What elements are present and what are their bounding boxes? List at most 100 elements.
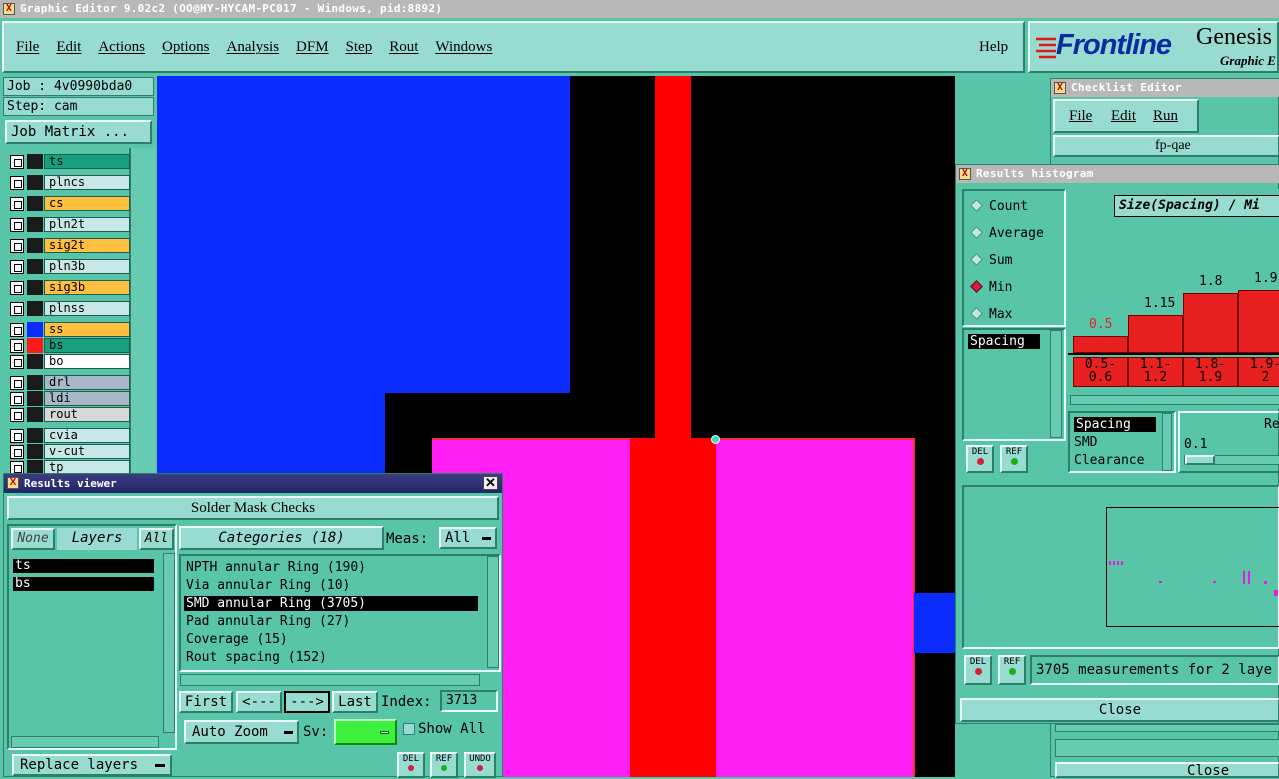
- menu-dfm[interactable]: DFM: [296, 39, 329, 56]
- res-slider[interactable]: [1184, 455, 1279, 465]
- layer-row-sig2t[interactable]: sig2t: [8, 238, 130, 253]
- layer-checkbox[interactable]: [10, 445, 24, 459]
- layer-row-pln2t[interactable]: pln2t: [8, 217, 130, 232]
- layer-row-ss[interactable]: ss: [8, 322, 130, 337]
- histogram-list-scrollbar[interactable]: [1050, 330, 1062, 438]
- category-item[interactable]: NPTH annular Ring (190): [184, 560, 478, 575]
- histogram-ref-button[interactable]: REF: [1000, 445, 1028, 473]
- layer-checkbox[interactable]: [10, 408, 24, 422]
- checklist-menu-run[interactable]: Run: [1153, 108, 1178, 125]
- menu-help[interactable]: Help: [979, 39, 1008, 56]
- option-max[interactable]: Max: [970, 307, 1012, 322]
- layer-color-swatch[interactable]: [27, 280, 43, 295]
- type-list[interactable]: Spacing SMD Clearance: [1068, 411, 1176, 473]
- layer-name[interactable]: pln3b: [44, 259, 130, 274]
- layer-row-ldi[interactable]: ldi: [8, 391, 130, 406]
- category-item[interactable]: Coverage (15): [184, 632, 478, 647]
- del-button[interactable]: DEL: [397, 752, 425, 778]
- layer-name[interactable]: ldi: [44, 391, 130, 406]
- result-layer-list[interactable]: ts bs: [11, 553, 159, 715]
- prev-button[interactable]: <---: [236, 691, 282, 713]
- layer-scrollbar[interactable]: [129, 148, 155, 478]
- checklist-menu-edit[interactable]: Edit: [1111, 108, 1136, 125]
- layer-color-swatch[interactable]: [27, 375, 43, 390]
- replace-layers-dropdown[interactable]: Replace layers: [12, 754, 172, 776]
- histogram-del-button-2[interactable]: DEL: [964, 655, 992, 685]
- layer-color-swatch[interactable]: [27, 301, 43, 316]
- job-matrix-button[interactable]: Job Matrix ...: [5, 120, 152, 144]
- results-viewer-titlebar[interactable]: X Results viewer ✕: [4, 474, 502, 493]
- index-input[interactable]: 3713: [440, 690, 498, 712]
- type-item[interactable]: Clearance: [1074, 453, 1144, 468]
- layer-name[interactable]: sig3b: [44, 280, 130, 295]
- option-count[interactable]: Count: [970, 199, 1028, 214]
- result-layer-item[interactable]: ts: [13, 559, 154, 573]
- categories-scrollbar[interactable]: [487, 556, 499, 668]
- layer-checkbox[interactable]: [10, 176, 24, 190]
- menu-analysis[interactable]: Analysis: [227, 39, 280, 56]
- layer-checkbox[interactable]: [10, 155, 24, 169]
- option-sum[interactable]: Sum: [970, 253, 1012, 268]
- layer-row-cvia[interactable]: cvia: [8, 428, 130, 443]
- layer-color-swatch[interactable]: [27, 196, 43, 211]
- res-slider-thumb[interactable]: [1185, 455, 1215, 465]
- layer-list-hscrollbar[interactable]: [11, 736, 159, 748]
- layer-checkbox[interactable]: [10, 218, 24, 232]
- histogram-item-list[interactable]: Spacing: [962, 328, 1066, 441]
- option-average[interactable]: Average: [970, 226, 1044, 241]
- layer-row-rout[interactable]: rout: [8, 407, 130, 422]
- layer-list-scrollbar[interactable]: [163, 553, 175, 733]
- layer-color-swatch[interactable]: [27, 354, 43, 369]
- layer-color-swatch[interactable]: [27, 444, 43, 459]
- window-titlebar[interactable]: X Graphic Editor 9.02c2 (OO@HY-HYCAM-PC0…: [0, 0, 1279, 18]
- layer-checkbox[interactable]: [10, 429, 24, 443]
- categories-button[interactable]: Categories (18): [179, 526, 384, 550]
- histogram-ref-button-2[interactable]: REF: [998, 655, 1026, 685]
- checklist-hscrollbar-2[interactable]: [1055, 739, 1279, 757]
- layer-name[interactable]: sig2t: [44, 238, 130, 253]
- auto-zoom-dropdown[interactable]: Auto Zoom: [184, 720, 299, 744]
- layer-name[interactable]: plnss: [44, 301, 130, 316]
- histogram-close-button[interactable]: Close: [960, 698, 1279, 722]
- result-layer-item[interactable]: bs: [13, 577, 154, 591]
- all-button[interactable]: All: [139, 528, 174, 550]
- menu-file[interactable]: File: [16, 39, 39, 56]
- checklist-name[interactable]: fp-qae: [1053, 135, 1279, 157]
- layer-checkbox[interactable]: [10, 323, 24, 337]
- layer-name[interactable]: bo: [44, 354, 130, 369]
- last-button[interactable]: Last: [332, 691, 378, 713]
- category-item[interactable]: SMD annular Ring (3705): [184, 596, 478, 611]
- layer-checkbox[interactable]: [10, 339, 24, 353]
- checklist-hscrollbar[interactable]: [1055, 724, 1279, 732]
- layer-name[interactable]: bs: [44, 338, 130, 353]
- layer-row-v-cut[interactable]: v-cut: [8, 444, 130, 459]
- layer-name[interactable]: v-cut: [44, 444, 130, 459]
- layer-row-bo[interactable]: bo: [8, 354, 130, 369]
- menu-windows[interactable]: Windows: [435, 39, 492, 56]
- layer-row-bs[interactable]: bs: [8, 338, 130, 353]
- histogram-bar[interactable]: [1073, 336, 1128, 353]
- layer-color-swatch[interactable]: [27, 238, 43, 253]
- layer-color-swatch[interactable]: [27, 322, 43, 337]
- option-min[interactable]: Min: [970, 280, 1012, 295]
- undo-button[interactable]: UNDO: [464, 752, 496, 778]
- layer-checkbox[interactable]: [10, 376, 24, 390]
- menu-edit[interactable]: Edit: [56, 39, 81, 56]
- layer-checkbox[interactable]: [10, 260, 24, 274]
- histogram-titlebar[interactable]: X Results histogram: [956, 165, 1279, 183]
- layer-color-swatch[interactable]: [27, 175, 43, 190]
- layer-checkbox[interactable]: [10, 392, 24, 406]
- category-item[interactable]: Via annular Ring (10): [184, 578, 478, 593]
- histogram-del-button[interactable]: DEL: [966, 445, 994, 473]
- layer-row-cs[interactable]: cs: [8, 196, 130, 211]
- type-item[interactable]: SMD: [1074, 435, 1097, 450]
- layer-row-ts[interactable]: ts: [8, 154, 130, 169]
- none-button[interactable]: None: [11, 528, 55, 550]
- layer-row-pln3b[interactable]: pln3b: [8, 259, 130, 274]
- menu-actions[interactable]: Actions: [98, 39, 145, 56]
- layer-name[interactable]: pln2t: [44, 217, 130, 232]
- layer-color-swatch[interactable]: [27, 407, 43, 422]
- layer-checkbox[interactable]: [10, 281, 24, 295]
- checklist-menu-file[interactable]: File: [1069, 108, 1092, 125]
- layer-color-swatch[interactable]: [27, 154, 43, 169]
